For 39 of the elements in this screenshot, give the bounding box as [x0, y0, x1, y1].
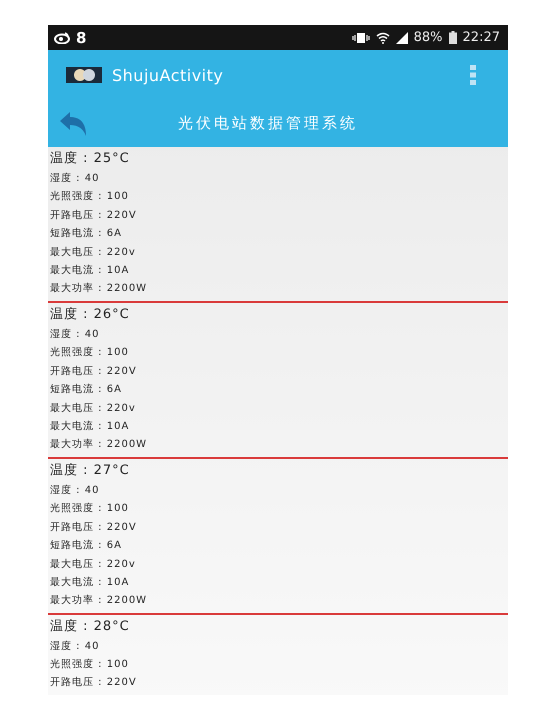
record-field: 最大电流 : 10A — [50, 418, 508, 436]
record-field: 湿度 : 40 — [50, 638, 508, 656]
record-field: 开路电压 : 220V — [50, 674, 508, 691]
record-field: 最大电压 : 220v — [50, 556, 508, 574]
record-field: 短路电流 : 6A — [50, 537, 508, 556]
record-field: 开路电压 : 220V — [50, 206, 508, 226]
record-field: 光照强度 : 100 — [50, 188, 508, 207]
wifi-icon — [376, 32, 390, 44]
record-field: 湿度 : 40 — [50, 170, 508, 188]
record-field: 最大功率 : 2200W — [50, 436, 508, 455]
eye-icon — [54, 32, 70, 44]
record-heading: 温度 : 26°C — [50, 306, 131, 324]
record-field: 最大电压 : 220v — [50, 400, 508, 418]
record-field: 最大电流 : 10A — [50, 262, 508, 280]
record-field: 光照强度 : 100 — [50, 344, 508, 363]
record-field: 开路电压 : 220V — [50, 362, 508, 382]
record-field: 光照强度 : 100 — [50, 656, 508, 675]
record-field: 光照强度 : 100 — [50, 500, 508, 519]
vibrate-icon — [352, 32, 370, 44]
record-heading: 温度 : 28°C — [50, 618, 131, 636]
record-field: 最大电流 : 10A — [50, 574, 508, 592]
record-field: 最大功率 : 2200W — [50, 592, 508, 611]
record-field: 湿度 : 40 — [50, 482, 508, 500]
record-heading: 温度 : 27°C — [50, 462, 131, 480]
signal-icon — [396, 32, 408, 44]
battery-icon — [448, 31, 457, 44]
record-field: 开路电压 : 220V — [50, 518, 508, 538]
record-field: 短路电流 : 6A — [50, 381, 508, 400]
battery-percent: 88% — [414, 30, 443, 45]
page-title: 光伏电站数据管理系统 — [178, 114, 358, 133]
notification-count: 8 — [76, 28, 86, 46]
record-field: 最大电压 : 220v — [50, 244, 508, 262]
app-title: ShujuActivity — [112, 66, 224, 84]
record-heading: 温度 : 25°C — [50, 150, 131, 168]
record-field: 短路电流 : 6A — [50, 225, 508, 244]
record-field: 湿度 : 40 — [50, 326, 508, 344]
overflow-menu-icon[interactable] — [470, 65, 476, 85]
record-field: 最大功率 : 2200W — [50, 280, 508, 299]
clock-time: 22:27 — [462, 30, 500, 45]
